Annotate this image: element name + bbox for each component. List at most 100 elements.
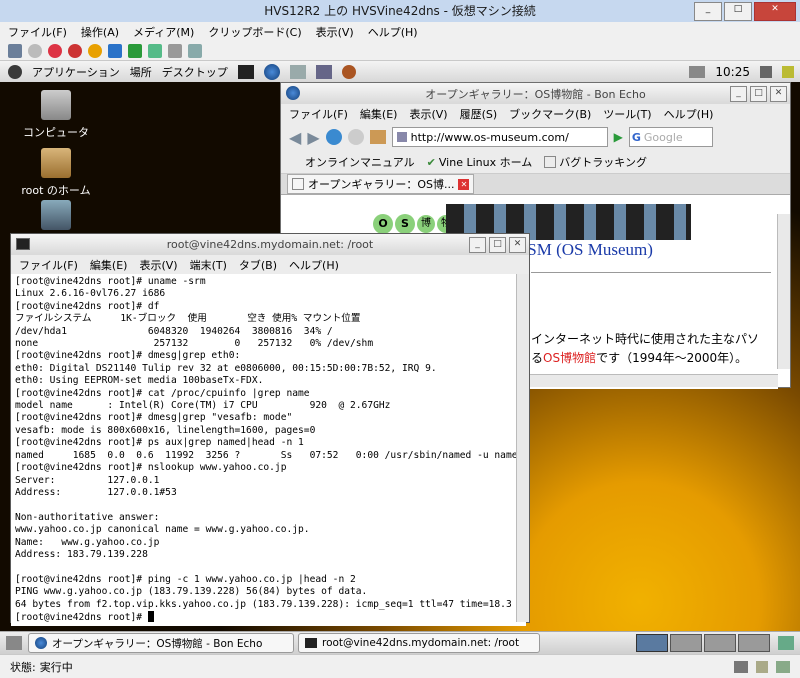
browser-menubar: ファイル(F) 編集(E) 表示(V) 履歴(S) ブックマーク(B) ツール(… [281,104,790,123]
google-icon: G [631,130,641,144]
bookmarks-toolbar: オンラインマニュアル ✔ Vine Linux ホーム バグトラッキング [281,151,790,174]
revert-icon[interactable] [168,43,182,58]
terminal-minimize-button[interactable]: _ [469,237,486,253]
browser-menu-bookmarks[interactable]: ブックマーク(B) [509,106,591,122]
printer-icon [689,65,706,78]
terminal-menu-tabs[interactable]: タブ(B) [239,257,277,273]
host-menu-help[interactable]: ヘルプ(H) [368,24,418,40]
panel-places-menu[interactable]: 場所 [130,64,152,80]
office-launcher-icon[interactable] [315,64,332,79]
browser-tab[interactable]: オープンギャラリー：OS博... ✕ [287,174,475,194]
workspace-2[interactable] [670,634,702,652]
pause-icon[interactable] [108,43,122,58]
terminal-menu-file[interactable]: ファイル(F) [19,257,78,273]
computer-icon [41,90,71,120]
tab-close-icon[interactable]: ✕ [458,178,470,190]
ctrl-alt-del-icon[interactable] [8,43,22,58]
terminal-launcher-icon[interactable] [237,64,254,79]
browser-maximize-button[interactable]: □ [750,86,767,102]
volume-icon[interactable] [760,65,772,78]
show-desktop-icon[interactable] [6,636,22,650]
terminal-line: Linux 2.6.16-0vl76.27 i686 [15,288,166,300]
browser-launcher-icon[interactable] [263,63,280,80]
reload-icon[interactable] [325,129,342,145]
browser-scrollbar[interactable] [777,214,790,369]
browser-close-button[interactable]: ✕ [770,86,787,102]
turn-off-icon[interactable] [48,43,62,58]
resume-icon[interactable] [128,43,142,58]
firefox-icon [35,637,47,649]
close-button[interactable]: ✕ [754,2,796,21]
browser-title: オープンギャラリー：OS博物館 - Bon Echo [425,87,646,101]
browser-titlebar[interactable]: オープンギャラリー：OS博物館 - Bon Echo _ □ ✕ [281,83,790,104]
trash-applet-icon[interactable] [778,636,794,650]
power-icon[interactable] [88,43,102,58]
browser-menu-help[interactable]: ヘルプ(H) [664,106,714,122]
terminal-line: eth0: Using EEPROM-set media 100baseTx-F… [15,375,264,387]
workspace-3[interactable] [704,634,736,652]
workspace-1[interactable] [636,634,668,652]
start-icon[interactable] [28,43,42,58]
go-icon[interactable]: ▶ [614,130,623,144]
terminal-line: [root@vine42dns root]# nslookup www.yaho… [15,462,287,474]
host-window-controls: _ □ ✕ [694,2,796,21]
update-notifier-icon[interactable] [782,65,794,78]
terminal-prompt[interactable]: [root@vine42dns root]# [15,610,522,624]
panel-clock[interactable]: 10:25 [715,65,750,79]
terminal-menu-help[interactable]: ヘルプ(H) [289,257,339,273]
vine-icon: ✔ [426,155,436,169]
terminal-menu-edit[interactable]: 編集(E) [90,257,128,273]
desktop-icon-trash[interactable] [6,200,106,234]
browser-menu-file[interactable]: ファイル(F) [289,106,348,122]
terminal-scrollbar[interactable] [516,274,529,622]
terminal-line: [root@vine42dns root]# dmesg|grep eth0: [15,350,241,362]
host-menu-media[interactable]: メディア(M) [133,24,194,40]
os-museum-link[interactable]: OS博物館 [543,351,596,365]
terminal-titlebar[interactable]: root@vine42dns.mydomain.net: /root _ □ ✕ [11,234,529,255]
bookmark-online-manual[interactable]: オンラインマニュアル [305,154,415,170]
forward-arrow-icon[interactable]: ▶ [307,128,319,147]
taskbar-browser[interactable]: オープンギャラリー：OS博物館 - Bon Echo [28,633,294,653]
maximize-button[interactable]: □ [724,2,752,21]
bookmark-bug-tracking[interactable]: バグトラッキング [544,154,647,170]
terminal-line: [root@vine42dns root]# ping -c 1 www.yah… [15,573,356,585]
workspace-4[interactable] [738,634,770,652]
host-title-text: HVS12R2 上の HVSVine42dns - 仮想マシン接続 [264,4,536,18]
panel-applications-menu[interactable]: アプリケーション [32,64,120,80]
terminal-maximize-button[interactable]: □ [489,237,506,253]
bookmark-vine-home[interactable]: ✔ Vine Linux ホーム [427,154,533,170]
panel-desktop-menu[interactable]: デスクトップ [162,64,228,80]
back-arrow-icon[interactable]: ◀ [289,128,301,147]
minimize-button[interactable]: _ [694,2,722,21]
terminal-close-button[interactable]: ✕ [509,237,526,253]
terminal-line: [root@vine42dns root]# ps aux|grep named… [15,437,304,449]
shutdown-icon[interactable] [68,43,82,58]
workspace-switcher[interactable] [636,634,770,652]
checkpoint-icon[interactable] [148,43,162,58]
browser-menu-history[interactable]: 履歴(S) [460,106,498,122]
url-bar[interactable]: http://www.os-museum.com/ [391,127,608,147]
terminal-line: Address: 183.79.139.228 [15,548,148,560]
host-menu-view[interactable]: 表示(V) [316,24,354,40]
host-menu-file[interactable]: ファイル(F) [8,24,67,40]
stop-icon[interactable] [347,129,364,145]
logo-char: 博 [417,215,435,233]
search-box[interactable]: G Google [628,127,713,147]
enhanced-session-icon[interactable] [188,43,202,58]
mail-launcher-icon[interactable] [289,64,306,79]
host-menu-action[interactable]: 操作(A) [81,24,119,40]
host-menu-clipboard[interactable]: クリップボード(C) [208,24,301,40]
browser-minimize-button[interactable]: _ [730,86,747,102]
terminal-output[interactable]: [root@vine42dns root]# uname -srm Linux 2… [11,274,526,626]
desktop-icon-computer[interactable]: コンピュータ [6,90,106,140]
browser-menu-tools[interactable]: ツール(T) [603,106,651,122]
browser-menu-edit[interactable]: 編集(E) [360,106,398,122]
bug-icon[interactable] [341,64,356,79]
terminal-menu-terminal[interactable]: 端末(T) [190,257,227,273]
terminal-menu-view[interactable]: 表示(V) [139,257,177,273]
page-heading: OSM (OS Museum) [515,240,653,259]
browser-menu-view[interactable]: 表示(V) [409,106,447,122]
desktop-icon-home[interactable]: root のホーム [6,148,106,198]
taskbar-terminal[interactable]: root@vine42dns.mydomain.net: /root [298,633,540,653]
home-icon[interactable] [369,130,386,144]
